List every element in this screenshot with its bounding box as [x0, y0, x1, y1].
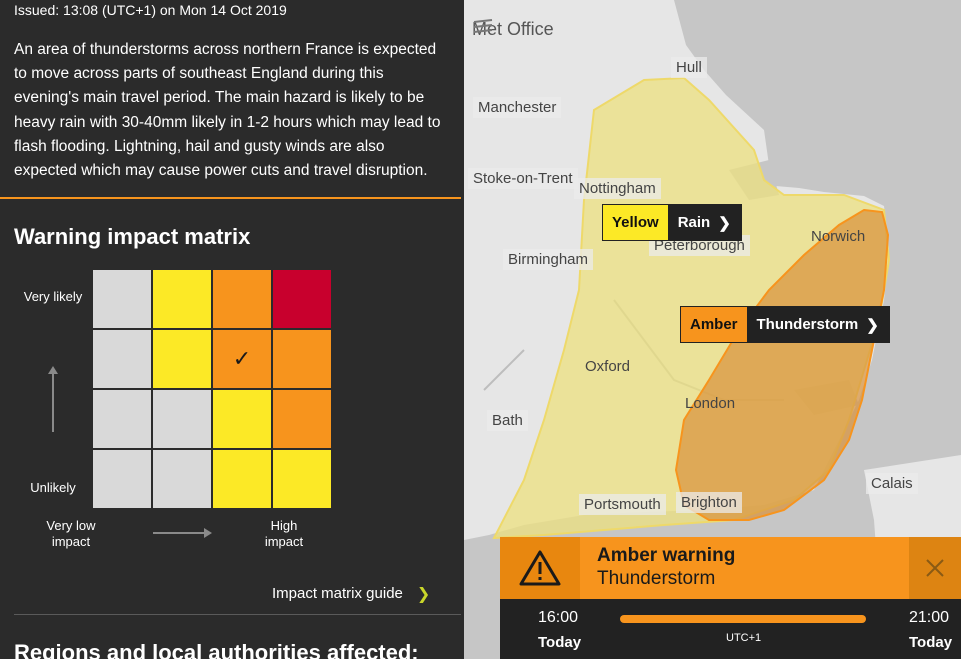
- matrix-cell: [213, 270, 271, 328]
- warning-card-header: Amber warning Thunderstorm: [500, 537, 961, 599]
- matrix-cell: [213, 390, 271, 448]
- city-label-stoke: Stoke-on-Trent: [468, 168, 578, 189]
- guide-link-label: Impact matrix guide: [272, 585, 403, 602]
- matrix-cell: [93, 330, 151, 388]
- met-office-logo: Met Office: [472, 19, 554, 40]
- city-label-oxford: Oxford: [585, 358, 631, 375]
- issued-timestamp: Issued: 13:08 (UTC+1) on Mon 14 Oct 2019: [14, 2, 287, 18]
- matrix-heading: Warning impact matrix: [14, 224, 251, 249]
- city-label-birmingham: Birmingham: [503, 249, 594, 270]
- timezone-label: UTC+1: [726, 632, 762, 644]
- city-label-norwich: Norwich: [811, 228, 866, 245]
- matrix-cell: [153, 270, 211, 328]
- matrix-cell: [273, 330, 331, 388]
- matrix-cell: ✓: [213, 330, 271, 388]
- matrix-cell: [273, 450, 331, 508]
- warning-details-panel: Issued: 13:08 (UTC+1) on Mon 14 Oct 2019…: [0, 0, 464, 659]
- impact-matrix-guide-link[interactable]: Impact matrix guide ❯: [272, 584, 430, 603]
- impact-low-label: Very low impact: [46, 518, 96, 549]
- matrix-cell: [273, 390, 331, 448]
- city-label-bath: Bath: [487, 410, 528, 431]
- matrix-cell: [213, 450, 271, 508]
- city-label-hull: Hull: [671, 57, 707, 78]
- warning-card-title: Amber warning: [597, 545, 736, 566]
- matrix-cell: [93, 270, 151, 328]
- arrow-up-icon: [48, 366, 58, 432]
- end-time: 21:00: [909, 609, 950, 626]
- warning-type: Rain: [677, 214, 711, 231]
- likelihood-high-label: Very likely: [23, 289, 83, 304]
- city-label-nottingham: Nottingham: [574, 178, 661, 199]
- arrow-right-icon: [153, 528, 212, 538]
- divider: [0, 197, 461, 199]
- start-time: 16:00: [538, 609, 579, 626]
- city-label-calais: Calais: [866, 473, 918, 494]
- amber-thunderstorm-warning-label[interactable]: Amber Thunderstorm ❯: [680, 306, 890, 343]
- close-icon: [926, 559, 944, 577]
- likelihood-low-label: Unlikely: [30, 480, 76, 495]
- end-day: Today: [909, 634, 953, 651]
- close-button[interactable]: [909, 537, 961, 599]
- matrix-cell: [153, 330, 211, 388]
- divider: [14, 614, 461, 615]
- met-office-logo-icon: [473, 19, 493, 33]
- city-label-brighton: Brighton: [676, 492, 742, 513]
- warning-type: Thunderstorm: [756, 316, 859, 333]
- city-label-london: London: [685, 395, 736, 412]
- impact-matrix-grid: ✓: [93, 270, 333, 510]
- warning-triangle-icon: [519, 550, 561, 586]
- checkmark-icon: ✓: [232, 346, 252, 372]
- warning-card: Amber warning Thunderstorm 16:00 Today U…: [500, 537, 961, 659]
- warning-time-bar: [620, 615, 866, 623]
- matrix-cell: [273, 270, 331, 328]
- matrix-cell: [153, 450, 211, 508]
- chevron-right-icon: ❯: [718, 214, 731, 232]
- warning-summary: An area of thunderstorms across northern…: [14, 41, 441, 180]
- chevron-right-icon: ❯: [416, 584, 431, 603]
- matrix-cell: [93, 390, 151, 448]
- impact-high-label: High impact: [264, 518, 304, 549]
- city-label-portsmouth: Portsmouth: [579, 494, 666, 515]
- matrix-cell: [93, 450, 151, 508]
- city-label-manchester: Manchester: [473, 97, 562, 118]
- matrix-cell: [153, 390, 211, 448]
- warning-level: Yellow: [603, 205, 668, 240]
- chevron-right-icon: ❯: [866, 316, 879, 334]
- yellow-rain-warning-label[interactable]: Yellow Rain ❯: [602, 204, 742, 241]
- start-day: Today: [538, 634, 582, 651]
- warning-level: Amber: [681, 307, 747, 342]
- regions-heading: Regions and local authorities affected:: [14, 640, 419, 659]
- warning-card-subtitle: Thunderstorm: [597, 568, 716, 589]
